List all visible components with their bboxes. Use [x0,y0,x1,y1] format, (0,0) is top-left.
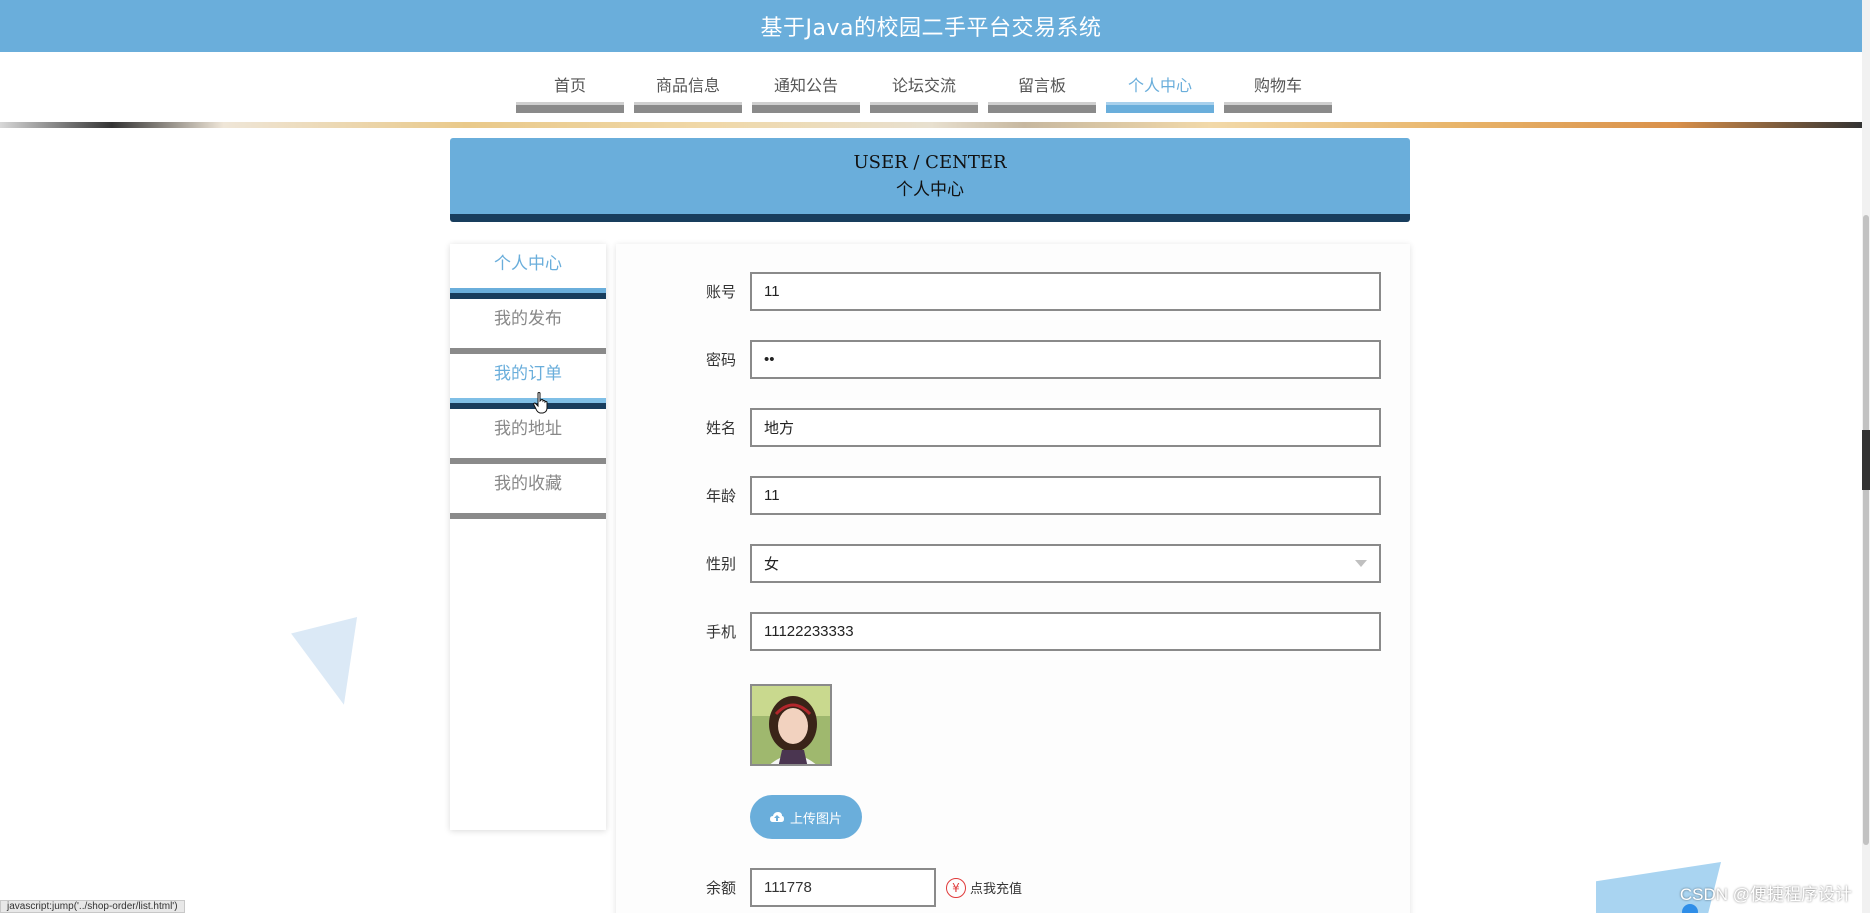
sidebar-item-my-posts[interactable]: 我的发布 [450,299,606,354]
profile-form: 账号 11 密码 •• 姓名 地方 年龄 11 性别 女 手机 11122233… [616,244,1410,913]
password-label: 密码 [706,351,737,369]
nav-item-products[interactable]: 商品信息 [634,72,742,113]
sidebar-item-bar [450,288,606,299]
nav-item-cart[interactable]: 购物车 [1224,72,1332,113]
password-row: 密码 •• [706,340,1381,379]
sidebar-item-my-orders[interactable]: 我的订单 [450,354,606,409]
nav-item-forum[interactable]: 论坛交流 [870,72,978,113]
sidebar-item-label: 我的订单 [494,364,562,384]
balance-label: 余额 [706,879,737,897]
chevron-down-icon [1355,560,1367,567]
sidebar-item-my-address[interactable]: 我的地址 [450,409,606,464]
sidebar-item-bar [450,513,606,519]
phone-row: 手机 11122233333 [706,612,1381,651]
age-row: 年龄 11 [706,476,1381,515]
recharge-link[interactable]: ¥ 点我充值 [946,877,1023,898]
gender-select[interactable]: 女 [750,544,1381,583]
nav-item-user-center[interactable]: 个人中心 [1106,72,1214,113]
nav-item-label: 购物车 [1253,76,1302,95]
yen-icon: ¥ [946,877,966,898]
sidebar-item-label: 我的收藏 [494,474,562,494]
user-sidebar: 个人中心 我的发布 我的订单 我的地址 我的收藏 [450,244,606,830]
nav-item-bar [988,102,1096,113]
sidebar-item-label: 我的地址 [494,419,562,439]
watermark-text: CSDN @便捷程序设计 [1679,885,1852,904]
account-row: 账号 11 [706,272,1381,311]
upload-button-label: 上传图片 [789,811,842,827]
nav-item-label: 商品信息 [655,76,720,95]
nav-item-bar [1224,102,1332,113]
nav-item-label: 个人中心 [1127,76,1192,95]
account-input[interactable]: 11 [750,272,1381,311]
nav-item-label: 论坛交流 [891,76,956,95]
top-nav: 首页 商品信息 通知公告 论坛交流 留言板 个人中心 购物车 [0,52,1862,128]
balance-input[interactable]: 111778 [750,868,936,907]
nav-item-label: 首页 [553,76,586,95]
sidebar-item-my-favorites[interactable]: 我的收藏 [450,464,606,519]
sidebar-item-user-center[interactable]: 个人中心 [450,244,606,299]
banner-title-cn: 个人中心 [896,180,964,200]
nav-item-messages[interactable]: 留言板 [988,72,1096,113]
app-header: 基于Java的校园二手平台交易系统 [0,0,1862,52]
cloud-upload-icon [769,812,784,822]
nav-item-bar [752,102,860,113]
nav-item-label: 通知公告 [773,76,838,95]
nav-item-bar [1106,102,1214,113]
gender-label: 性别 [706,555,737,573]
sidebar-item-label: 个人中心 [494,254,562,274]
hand-cursor-icon [533,392,548,414]
name-label: 姓名 [706,419,737,437]
section-banner: USER / CENTER 个人中心 [450,138,1410,222]
nav-item-home[interactable]: 首页 [516,72,624,113]
name-row: 姓名 地方 [706,408,1381,447]
phone-label: 手机 [706,623,737,641]
phone-input[interactable]: 11122233333 [750,612,1381,651]
account-label: 账号 [706,283,737,301]
nav-item-notices[interactable]: 通知公告 [752,72,860,113]
gender-row: 性别 女 [706,544,1381,583]
avatar-image [750,684,832,766]
sidebar-item-bar [450,398,606,409]
age-input[interactable]: 11 [750,476,1381,515]
nav-item-bar [870,102,978,113]
gender-select-value: 女 [764,556,780,573]
age-label: 年龄 [706,487,737,505]
browser-status-bar: javascript:jump('../shop-order/list.html… [0,900,185,913]
decorative-dot [1682,904,1698,913]
scrollbar-marker [1862,430,1870,490]
decorative-triangle [291,616,377,714]
upload-image-button[interactable]: 上传图片 [750,795,862,839]
banner-title-en: USER / CENTER [853,152,1007,173]
app-title: 基于Java的校园二手平台交易系统 [760,16,1102,41]
password-input[interactable]: •• [750,340,1381,379]
sidebar-item-label: 我的发布 [494,309,562,329]
nav-item-bar [634,102,742,113]
nav-item-label: 留言板 [1017,76,1066,95]
balance-row: 余额 111778 ¥ 点我充值 [706,868,1022,907]
nav-item-bar [516,102,624,113]
recharge-label: 点我充值 [970,882,1023,897]
scrollbar-thumb[interactable] [1863,215,1869,845]
decorative-strip [0,122,1862,128]
name-input[interactable]: 地方 [750,408,1381,447]
page-scrollbar[interactable] [1862,0,1870,913]
